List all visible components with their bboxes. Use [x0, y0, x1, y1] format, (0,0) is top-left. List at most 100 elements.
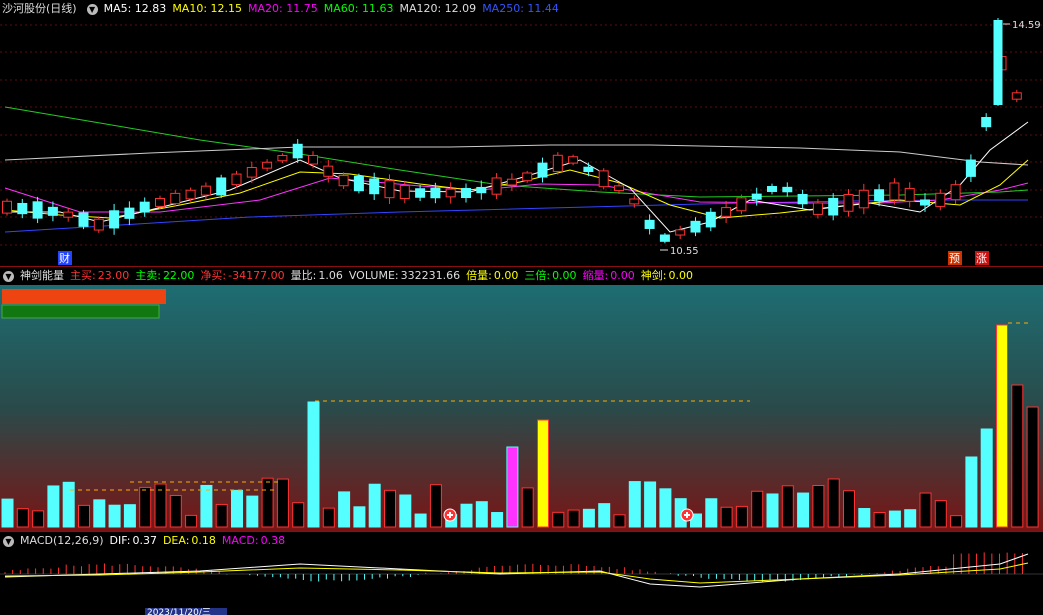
- volume-bar: [108, 504, 121, 528]
- volume-bar: [231, 489, 243, 528]
- candle-body: [369, 178, 380, 195]
- volume-bar: [980, 428, 993, 528]
- volume-bar: [521, 487, 534, 528]
- volume-bar: [460, 503, 473, 528]
- legend-label: 主买:: [70, 269, 96, 282]
- volume-bar: [1, 498, 14, 528]
- legend-label: DEA:: [162, 534, 190, 547]
- legend-label: MACD:: [221, 534, 259, 547]
- candle-body: [506, 178, 517, 186]
- candle-body: [353, 175, 364, 192]
- volume-bar: [1026, 406, 1039, 528]
- volume-bar: [322, 507, 335, 528]
- candle-body: [812, 202, 823, 215]
- legend-label: 倍量:: [466, 269, 492, 282]
- volume-panel-header: ▼ 神剑能量 主买: 23.00 主卖: 22.00 净买: -34177.00 量比: 1.…: [0, 268, 705, 284]
- candle-body: [262, 161, 273, 169]
- volume-bar: [858, 508, 871, 528]
- candle-body: [246, 166, 257, 178]
- buy-strength-bar: [2, 289, 166, 304]
- candle-body: [124, 207, 135, 219]
- legend-value: -34177.00: [228, 269, 285, 282]
- volume-bar: [659, 488, 672, 528]
- candle-body: [537, 162, 548, 178]
- volume-bar: [185, 514, 198, 528]
- volume-bar: [720, 506, 733, 528]
- candle-body: [200, 185, 211, 196]
- candle-body: [981, 117, 992, 128]
- volume-panel-title[interactable]: 神剑能量: [20, 268, 64, 284]
- volume-bar: [843, 490, 855, 528]
- volume-bar: [827, 478, 840, 528]
- high-price-label: 14.59: [1012, 20, 1041, 31]
- macd-chart[interactable]: 2023/11/20/三: [0, 549, 1043, 615]
- volume-bar: [32, 510, 45, 528]
- volume-bar: [797, 492, 810, 528]
- volume-bar: [552, 511, 565, 528]
- volume-bar: [644, 481, 657, 528]
- volume-chart[interactable]: [0, 285, 1043, 531]
- legend-label: 主卖:: [135, 269, 161, 282]
- volume-bar: [934, 500, 947, 528]
- candle-body: [93, 218, 104, 231]
- panel-divider: [0, 266, 1043, 267]
- candle-body: [889, 182, 900, 201]
- volume-bar: [735, 505, 748, 528]
- volume-bar: [904, 509, 917, 528]
- volume-bar: [384, 489, 396, 528]
- candle-body: [2, 200, 12, 214]
- legend-value: 0.00: [493, 269, 519, 282]
- volume-bar: [78, 504, 90, 528]
- candle-body: [614, 185, 624, 192]
- volume-bar: [567, 509, 580, 528]
- candle-body: [659, 234, 670, 242]
- candle-body: [1011, 92, 1022, 100]
- candle-body: [47, 206, 58, 216]
- volume-bar: [292, 502, 305, 528]
- candle-body: [231, 173, 242, 186]
- chevron-down-icon[interactable]: ▼: [3, 535, 14, 547]
- volume-bar: [537, 419, 549, 528]
- volume-bar: [950, 515, 963, 528]
- volume-bar: [139, 486, 152, 528]
- legend-value: 0.37: [132, 534, 157, 547]
- macd-panel-title[interactable]: MACD(12,26,9): [20, 533, 104, 549]
- candle-body: [461, 187, 471, 199]
- candle-body: [32, 201, 43, 219]
- date-label: 2023/11/20/三: [147, 608, 211, 615]
- volume-bar: [307, 401, 320, 528]
- price-chart[interactable]: 14.59 10.55 财 预 涨: [0, 0, 1043, 267]
- volume-bar: [47, 485, 60, 528]
- candle-body: [736, 197, 747, 212]
- volume-bar: [246, 495, 259, 528]
- volume-bar: [169, 494, 182, 528]
- volume-bar: [62, 481, 75, 528]
- candle-body: [78, 212, 89, 227]
- candle-body: [950, 184, 961, 201]
- tag-label: 预: [949, 252, 960, 265]
- candle-body: [338, 175, 349, 187]
- legend-value: 0.00: [552, 269, 577, 282]
- candle-body: [767, 186, 777, 192]
- legend-label: 缩量:: [582, 269, 609, 282]
- candle-body: [552, 154, 563, 172]
- candle-body: [598, 170, 609, 188]
- volume-bar: [705, 498, 718, 528]
- volume-bar: [93, 499, 106, 528]
- ma5-line: [5, 121, 1029, 233]
- legend-label: DIF:: [109, 534, 131, 547]
- candle-body: [858, 189, 869, 209]
- volume-bar: [414, 513, 427, 528]
- candle-body: [920, 199, 930, 206]
- volume-bar: [399, 494, 412, 528]
- candle-body: [445, 188, 456, 198]
- volume-bar: [368, 483, 381, 528]
- tag-label: 涨: [976, 252, 987, 265]
- volume-bar: [353, 506, 366, 528]
- legend-value: 22.00: [162, 269, 195, 282]
- volume-bar: [506, 446, 519, 528]
- legend-value: 0.18: [191, 534, 216, 547]
- candle-body: [308, 154, 318, 165]
- legend-label: 神剑:: [640, 269, 667, 282]
- chevron-down-icon[interactable]: ▼: [3, 270, 14, 282]
